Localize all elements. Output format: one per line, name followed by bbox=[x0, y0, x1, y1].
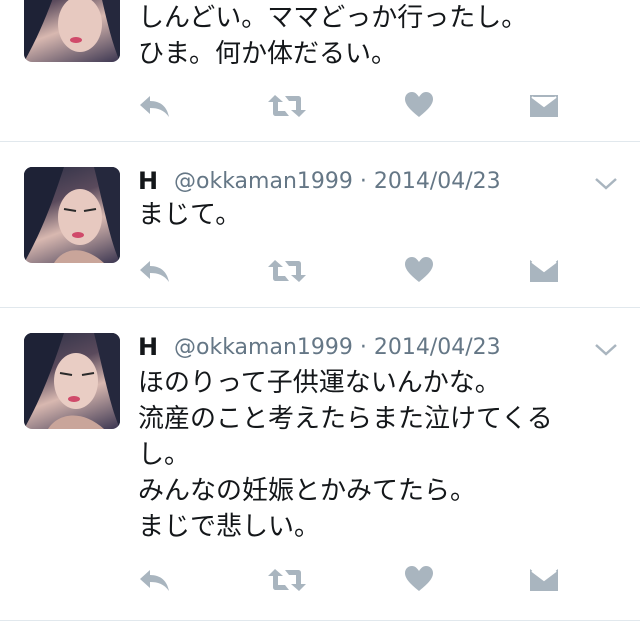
retweet-icon[interactable] bbox=[267, 567, 307, 593]
avatar[interactable] bbox=[24, 0, 120, 62]
tweet-date[interactable]: 2014/04/23 bbox=[374, 169, 501, 194]
tweet-meta: @okkaman1999 · 2014/04/23 bbox=[174, 169, 501, 194]
tweet-text-line: しんどい。ママどっか行ったし。 bbox=[138, 3, 528, 33]
like-icon[interactable] bbox=[405, 92, 433, 118]
retweet-icon[interactable] bbox=[267, 258, 307, 284]
reply-icon[interactable] bbox=[138, 93, 172, 119]
meta-separator: · bbox=[352, 335, 374, 360]
reply-icon[interactable] bbox=[138, 258, 172, 284]
tweet-divider bbox=[0, 620, 640, 621]
tweet-text-line: まじで悲しい。 bbox=[138, 512, 321, 542]
like-icon[interactable] bbox=[405, 257, 433, 283]
chevron-down-icon[interactable] bbox=[594, 177, 618, 191]
meta-separator: · bbox=[352, 169, 374, 194]
tweet-date[interactable]: 2014/04/23 bbox=[374, 335, 501, 360]
tweet-meta: @okkaman1999 · 2014/04/23 bbox=[174, 335, 501, 360]
author-name[interactable]: H bbox=[138, 333, 158, 361]
tweet[interactable]: H @okkaman1999 · 2014/04/23 ほのりって子供運ないんか… bbox=[0, 308, 640, 620]
author-handle[interactable]: @okkaman1999 bbox=[174, 335, 353, 360]
tweet[interactable]: H @okkaman1999 · 2014/04/23 まじて。 bbox=[0, 142, 640, 307]
tweet-text: まじて。 bbox=[138, 197, 608, 233]
tweet-text-line: まじて。 bbox=[138, 200, 242, 230]
avatar[interactable] bbox=[24, 333, 120, 429]
direct-message-icon[interactable] bbox=[528, 567, 560, 593]
reply-icon[interactable] bbox=[138, 567, 172, 593]
tweet-text-line: ひま。何か体だるい。 bbox=[138, 39, 397, 69]
tweet-text-line: みんなの妊娠とかみてたら。 bbox=[138, 476, 477, 506]
like-icon[interactable] bbox=[405, 566, 433, 592]
retweet-icon[interactable] bbox=[267, 93, 307, 119]
tweet-text: しんどい。ママどっか行ったし。 ひま。何か体だるい。 bbox=[138, 0, 608, 72]
direct-message-icon[interactable] bbox=[528, 258, 560, 284]
tweet-text-line: し。 bbox=[138, 440, 191, 470]
direct-message-icon[interactable] bbox=[528, 93, 560, 119]
tweet[interactable]: しんどい。ママどっか行ったし。 ひま。何か体だるい。 bbox=[0, 0, 640, 141]
tweet-text: ほのりって子供運ないんかな。 流産のこと考えたらまた泣けてくる し。 みんなの妊… bbox=[138, 365, 608, 545]
author-handle[interactable]: @okkaman1999 bbox=[174, 169, 353, 194]
chevron-down-icon[interactable] bbox=[594, 343, 618, 357]
avatar[interactable] bbox=[24, 167, 120, 263]
tweet-text-line: 流産のこと考えたらまた泣けてくる bbox=[138, 404, 553, 434]
author-name[interactable]: H bbox=[138, 167, 158, 195]
tweet-text-line: ほのりって子供運ないんかな。 bbox=[138, 368, 501, 398]
